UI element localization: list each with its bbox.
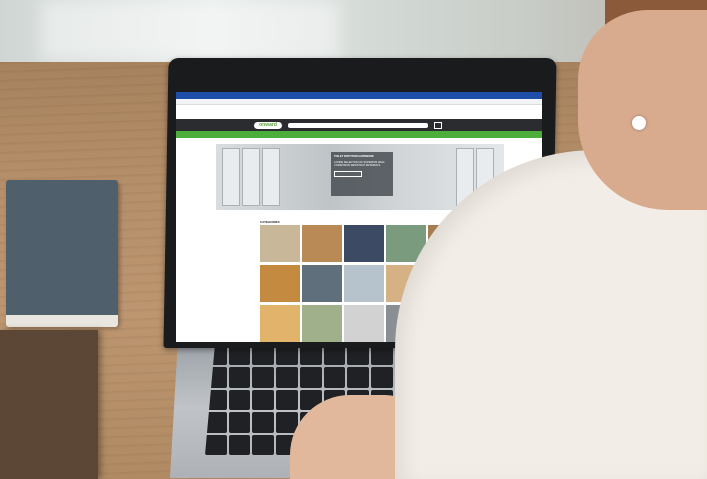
- category-tile[interactable]: [260, 265, 300, 302]
- category-tile[interactable]: [344, 265, 384, 302]
- keyboard-key: [299, 345, 322, 366]
- hero-text-box: TOILET PARTITION HARDWARE A WIDE SELECTI…: [331, 152, 393, 196]
- partition-door: [222, 148, 240, 206]
- top-utility-bar: [176, 111, 542, 119]
- keyboard-key: [347, 367, 369, 388]
- category-tile[interactable]: [344, 225, 384, 262]
- keyboard-key: [276, 345, 298, 366]
- cart-icon[interactable]: [434, 121, 442, 129]
- site-header: onward: [176, 119, 542, 131]
- category-tile[interactable]: [302, 265, 342, 302]
- keyboard-key: [228, 434, 251, 455]
- keyboard-key: [252, 412, 275, 433]
- keyboard-key: [276, 367, 298, 388]
- brown-folder: [0, 330, 98, 479]
- blue-notebook: [6, 180, 118, 325]
- keyboard-key: [228, 367, 251, 388]
- keyboard-key: [205, 434, 227, 455]
- photo: onward TOILET PARTITION HARDWARE A WIDE …: [0, 0, 707, 479]
- keyboard-key: [252, 389, 275, 411]
- keyboard-key: [370, 367, 393, 388]
- hero-title: TOILET PARTITION HARDWARE: [334, 155, 374, 158]
- categories-heading: CATEGORIES: [260, 220, 280, 224]
- browser-tab-bar: [176, 92, 542, 99]
- window-light: [40, 0, 340, 60]
- notebook-pages: [6, 315, 118, 327]
- keyboard-key: [252, 367, 275, 388]
- keyboard-key: [347, 345, 369, 366]
- category-tile[interactable]: [302, 305, 342, 342]
- keyboard-key: [323, 367, 346, 388]
- earring: [632, 116, 646, 130]
- logo-text: onward: [259, 122, 277, 128]
- hero-button[interactable]: [334, 171, 362, 177]
- keyboard-key: [323, 345, 346, 366]
- hero-subtitle: A WIDE SELECTION OF SUPERIOR HIGH-CORROS…: [334, 161, 386, 167]
- keyboard-key: [252, 434, 275, 455]
- partition-door: [262, 148, 280, 206]
- category-tile[interactable]: [260, 305, 300, 342]
- category-tile[interactable]: [302, 225, 342, 262]
- search-input[interactable]: [288, 122, 428, 128]
- keyboard-key: [228, 345, 251, 366]
- keyboard-key: [228, 412, 251, 433]
- category-tile[interactable]: [260, 225, 300, 262]
- category-tile[interactable]: [344, 305, 384, 342]
- keyboard-key: [370, 345, 393, 366]
- keyboard-key: [228, 389, 251, 411]
- keyboard-key: [276, 389, 298, 411]
- main-nav: [176, 131, 542, 138]
- keyboard-key: [299, 367, 322, 388]
- partition-door: [242, 148, 260, 206]
- keyboard-key: [252, 345, 275, 366]
- site-logo[interactable]: onward: [254, 121, 282, 129]
